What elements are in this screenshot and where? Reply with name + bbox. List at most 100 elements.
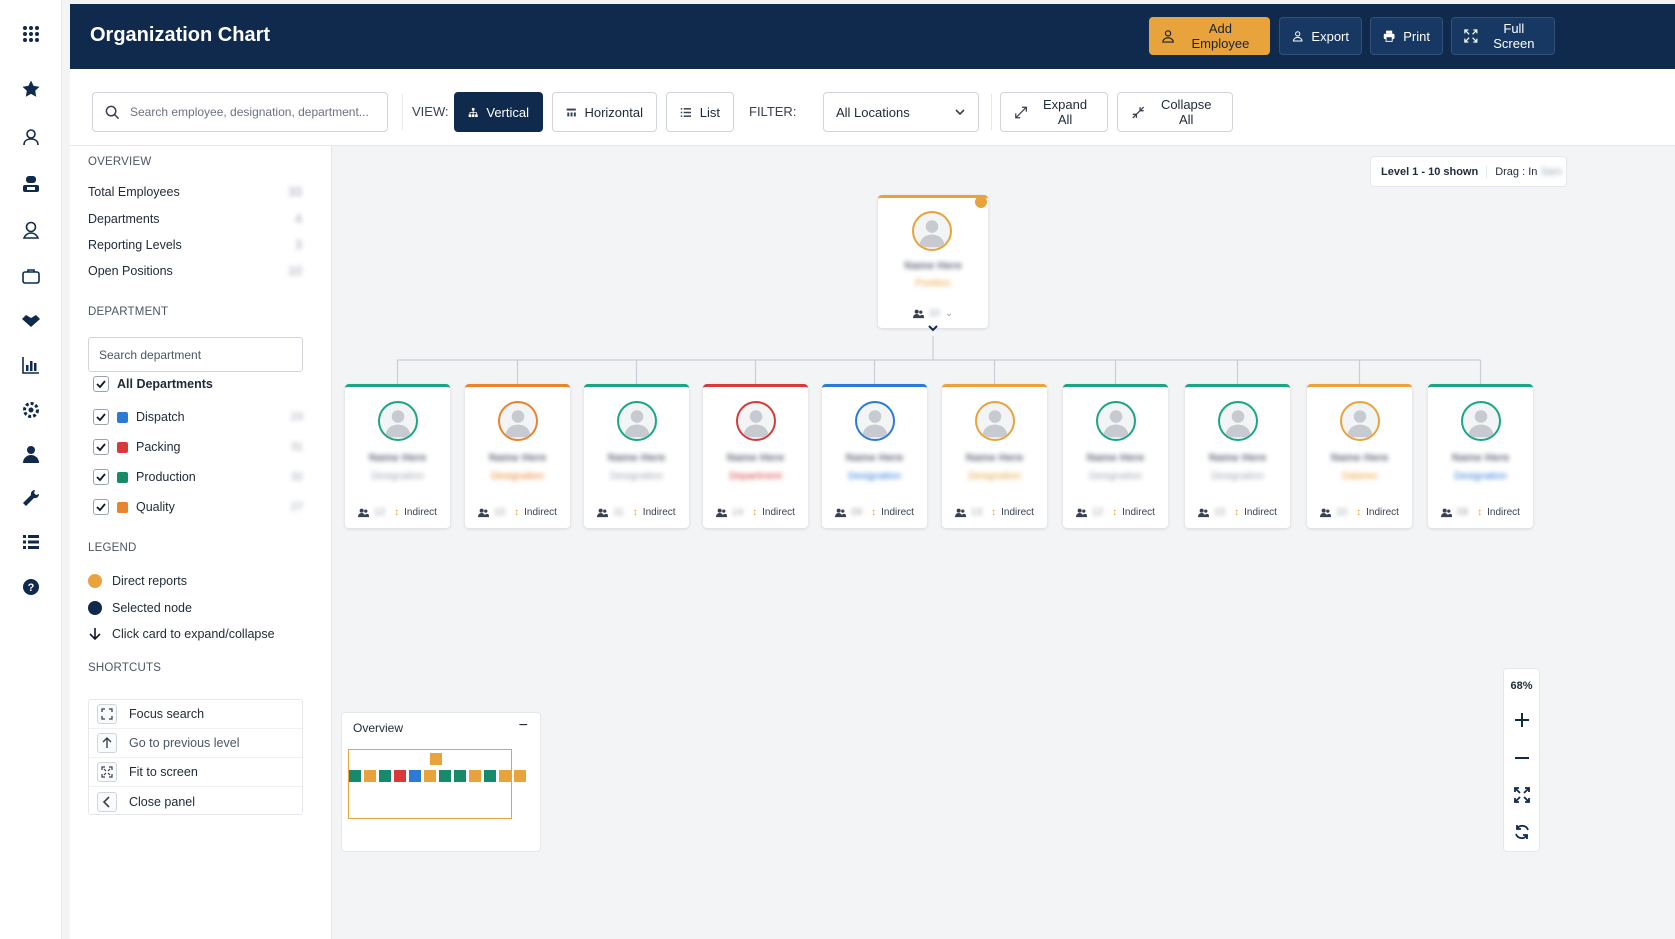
help-icon[interactable]: ?	[19, 575, 43, 599]
chevron-down-icon[interactable]: ⌄	[945, 308, 953, 319]
employee-card[interactable]: Name Here Designation 10 ↕ Indirect	[465, 384, 570, 528]
department-filter-item[interactable]: Quality 27	[93, 499, 303, 515]
employee-name: Name Here	[904, 260, 962, 272]
contact-icon[interactable]	[19, 218, 43, 242]
team-icon	[835, 508, 847, 518]
checkbox-checked-icon[interactable]	[93, 439, 109, 455]
print-button[interactable]: Print	[1370, 17, 1443, 55]
department-filter-item[interactable]: Dispatch 23	[93, 409, 303, 425]
department-filter-item[interactable]: Packing 31	[93, 439, 303, 455]
employee-card[interactable]: Name Here Designation 15 ↕ Indirect	[1185, 384, 1290, 528]
minimap-node	[454, 770, 466, 782]
shortcut-focus-search[interactable]: Focus search	[89, 700, 302, 729]
department-label: Dispatch	[136, 410, 185, 424]
refresh-icon	[1515, 824, 1529, 840]
add-employee-button[interactable]: Add Employee	[1149, 17, 1270, 55]
employee-name: Name Here	[726, 452, 785, 464]
employee-card[interactable]: Name Here Designation 12 ↕ Indirect	[345, 384, 450, 528]
users-icon[interactable]	[19, 125, 43, 149]
employee-role: Designation	[371, 471, 424, 482]
team-icon	[478, 508, 490, 518]
minimap-node	[349, 770, 361, 782]
view-horizontal-label: Horizontal	[584, 104, 643, 120]
search-box[interactable]	[92, 92, 388, 132]
shortcut-label: Focus search	[129, 707, 205, 721]
employee-role: Designation	[1454, 471, 1507, 482]
shortcuts-list: Focus search Go to previous level Fit to…	[88, 699, 303, 815]
all-departments-checkbox[interactable]: All Departments	[93, 376, 303, 392]
settings-icon[interactable]	[19, 398, 43, 422]
wrench-icon[interactable]	[19, 486, 43, 510]
up-down-arrow-icon: ↕	[1234, 507, 1240, 518]
up-down-arrow-icon: ↕	[871, 507, 877, 518]
fit-icon	[1514, 787, 1530, 803]
bar-chart-icon[interactable]	[19, 353, 43, 377]
indirect-label: Indirect	[1001, 507, 1034, 518]
expand-all-label: Expand All	[1043, 97, 1088, 127]
report-meta: 13 ↕ Indirect	[942, 507, 1047, 518]
zoom-in-button[interactable]	[1511, 709, 1533, 731]
apps-grid-icon[interactable]	[19, 22, 43, 46]
checkbox-checked-icon[interactable]	[93, 409, 109, 425]
toolbar: VIEW: Vertical Horizontal List FILTER: A…	[70, 69, 1675, 146]
avatar-icon	[1095, 401, 1136, 441]
report-count-value: 11	[613, 507, 624, 518]
full-screen-button[interactable]: Full Screen	[1451, 17, 1555, 55]
report-count-value: 14	[732, 507, 744, 518]
expand-toggle-icon[interactable]	[928, 325, 938, 333]
zoom-out-button[interactable]	[1511, 747, 1533, 769]
expand-all-button[interactable]: Expand All	[1000, 92, 1108, 132]
avatar-icon	[377, 401, 418, 441]
chevron-down-icon	[955, 109, 965, 116]
report-count-value: 13	[971, 507, 983, 518]
view-vertical-button[interactable]: Vertical	[454, 92, 543, 132]
search-input[interactable]	[130, 105, 370, 119]
report-count-value: 10	[494, 507, 506, 518]
root-employee-card[interactable]: Name Here Position 10 ⌄	[878, 195, 988, 332]
report-meta: 12 ↕ Indirect	[1063, 507, 1168, 518]
employee-name: Name Here	[1451, 452, 1510, 464]
checkbox-checked-icon[interactable]	[93, 469, 109, 485]
employee-name: Name Here	[368, 452, 427, 464]
location-filter-select[interactable]: All Locations	[823, 92, 979, 132]
handshake-icon[interactable]	[19, 308, 43, 332]
employee-card[interactable]: Name Here Department 14 ↕ Indirect	[703, 384, 808, 528]
employee-role: Position	[915, 278, 951, 289]
org-chart-icon[interactable]	[19, 172, 43, 196]
collapse-all-button[interactable]: Collapse All	[1117, 92, 1233, 132]
report-meta: 08 ↕ Indirect	[1428, 507, 1533, 518]
star-icon[interactable]	[19, 77, 43, 101]
employee-card[interactable]: Name Here Designation 12 ↕ Indirect	[1063, 384, 1168, 528]
person-icon[interactable]	[19, 442, 43, 466]
svg-text:?: ?	[28, 582, 35, 594]
department-color-swatch	[117, 501, 128, 513]
shortcut-fit-screen[interactable]: Fit to screen	[89, 758, 302, 787]
report-count-value: 15	[1214, 507, 1226, 518]
shortcut-previous-level[interactable]: Go to previous level	[89, 729, 302, 758]
employee-card[interactable]: Name Here Designation 11 ↕ Indirect	[584, 384, 689, 528]
checkbox-checked-icon[interactable]	[93, 499, 109, 515]
department-search-input[interactable]	[88, 337, 303, 372]
briefcase-icon[interactable]	[19, 264, 43, 288]
view-horizontal-button[interactable]: Horizontal	[552, 92, 657, 132]
employee-card[interactable]: Name Here Designation 08 ↕ Indirect	[1428, 384, 1533, 528]
department-filter-item[interactable]: Production 32	[93, 469, 303, 485]
employee-card[interactable]: Name Here Designation 09 ↕ Indirect	[822, 384, 927, 528]
avatar-icon	[854, 401, 895, 441]
reset-view-button[interactable]	[1511, 821, 1533, 843]
minimap-node	[364, 770, 376, 782]
fit-view-button[interactable]	[1511, 784, 1533, 806]
overview-row: Open Positions 10	[88, 264, 302, 278]
list-icon[interactable]	[19, 530, 43, 554]
export-button[interactable]: Export	[1279, 17, 1362, 55]
checkbox-checked-icon[interactable]	[93, 376, 109, 392]
minimap-node	[424, 770, 436, 782]
view-list-button[interactable]: List	[666, 92, 734, 132]
employee-card[interactable]: Name Here Salaries 10 ↕ Indirect	[1307, 384, 1412, 528]
minus-icon	[1515, 757, 1529, 759]
chart-canvas[interactable]: Level 1 - 10 shown Drag : In 3am Name He…	[333, 146, 1675, 939]
employee-card[interactable]: Name Here Designation 13 ↕ Indirect	[942, 384, 1047, 528]
department-count: 23	[290, 411, 303, 423]
minimap-collapse-button[interactable]: −	[519, 717, 528, 735]
shortcut-close-panel[interactable]: Close panel	[89, 787, 302, 816]
